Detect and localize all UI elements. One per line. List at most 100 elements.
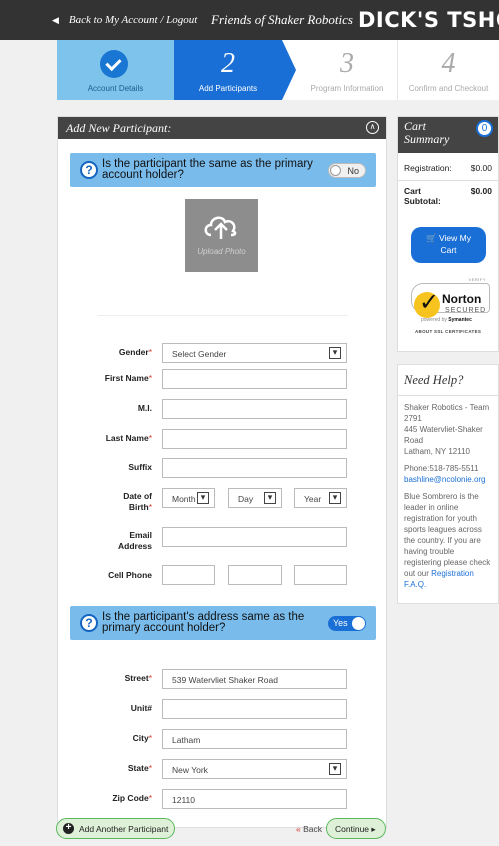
step-add-participants[interactable]: 2 Add Participants [174, 40, 282, 100]
dob-label: Date of Birth* [123, 491, 152, 512]
subtotal-row: Cart Subtotal: $0.00 [404, 186, 492, 206]
toggle-label: No [347, 166, 359, 176]
same-as-primary-question: ? Is the participant the same as the pri… [70, 153, 376, 187]
address-same-toggle[interactable]: Yes [328, 616, 366, 631]
toggle-label: Yes [333, 618, 348, 628]
help-email-link[interactable]: bashline@ncolonie.org [404, 475, 486, 484]
add-another-label: Add Another Participant [79, 824, 169, 834]
norton-badge: ✓ Norton SECURED [411, 283, 490, 318]
upload-photo-label: Upload Photo [197, 247, 246, 256]
plus-icon: + [63, 823, 74, 834]
cell-phone-area-input[interactable] [162, 565, 215, 585]
norton-powered-by: powered by Symantec [421, 317, 472, 323]
upload-photo-button[interactable]: Upload Photo [185, 199, 258, 272]
address-same-question: ? Is the participant's address same as t… [70, 606, 376, 640]
city-label: City* [132, 733, 152, 743]
subtotal-label-line1: Cart [404, 186, 422, 196]
registration-label: Registration: [404, 163, 452, 173]
view-cart-label-line2: Cart [440, 245, 457, 255]
back-link[interactable]: « Back [296, 824, 322, 834]
norton-name: Norton [442, 292, 482, 306]
back-to-account-link[interactable]: ◀ Back to My Account / Logout [52, 14, 197, 26]
email-label: Email Address [117, 530, 152, 551]
need-help-panel: Need Help? Shaker Robotics - Team 2791 4… [397, 364, 499, 604]
step-arrow [282, 40, 296, 100]
step-number: 2 [221, 48, 235, 79]
step-label: Account Details [87, 84, 144, 93]
step-confirm-and-checkout: 4 Confirm and Checkout [397, 40, 499, 100]
add-another-participant-button[interactable]: + Add Another Participant [56, 818, 175, 839]
unit-input[interactable] [162, 699, 347, 719]
step-program-information: 3 Program Information [297, 40, 397, 100]
step-label: Program Information [310, 84, 384, 93]
card-title: Add New Participant: [66, 121, 172, 135]
first-name-input[interactable] [162, 369, 347, 389]
unit-label: Unit# [130, 703, 152, 713]
last-name-input[interactable] [162, 429, 347, 449]
organization-name: Friends of Shaker Robotics [211, 12, 353, 27]
step-label: Confirm and Checkout [408, 84, 489, 93]
double-chevron-left-icon: « [296, 824, 301, 834]
state-select[interactable]: New York [162, 759, 347, 779]
subtotal-value: $0.00 [470, 186, 492, 196]
triangle-left-icon: ◀ [52, 16, 59, 26]
view-cart-label-line1: View My [439, 233, 471, 243]
sponsor-logo: DICK'S TSHO [358, 8, 499, 32]
street-input[interactable]: 539 Watervliet Shaker Road [162, 669, 347, 689]
checkmark-icon: ✓ [419, 289, 440, 316]
first-name-label: First Name* [104, 373, 152, 383]
help-contact: Phone:518-785-5511 bashline@ncolonie.org [404, 463, 492, 485]
norton-verify-text: VERIFY [468, 277, 486, 282]
step-account-details[interactable]: Account Details [57, 40, 174, 100]
question-text: Is the participant the same as the prima… [102, 158, 313, 181]
help-address: Shaker Robotics - Team 2791 445 Watervli… [404, 403, 490, 456]
dob-year-select[interactable]: Year [294, 488, 347, 508]
norton-secured-text: SECURED [445, 307, 487, 314]
cart-summary: Cart Summary 0 Registration: $0.00 Cart … [397, 116, 499, 352]
question-text: Is the participant's address same as the… [102, 611, 305, 634]
suffix-label: Suffix [128, 462, 152, 472]
back-to-account-label: Back to My Account / Logout [68, 14, 198, 26]
email-input[interactable] [162, 527, 347, 547]
cart-title-line2: Summary [404, 132, 450, 146]
same-as-primary-toggle[interactable]: No [328, 163, 366, 178]
state-label: State* [127, 763, 152, 773]
step-number: 4 [441, 48, 456, 79]
question-icon: ? [80, 161, 98, 179]
suffix-input[interactable] [162, 458, 347, 478]
cell-phone-label: Cell Phone [108, 570, 152, 580]
registration-steps: Account Details 2 Add Participants 3 Pro… [57, 40, 499, 100]
zip-label: Zip Code* [112, 793, 152, 803]
cart-header: Cart Summary 0 [398, 117, 498, 153]
mi-input[interactable] [162, 399, 347, 419]
add-participant-card: Add New Participant: ∧ ? Is the particip… [57, 116, 387, 828]
dob-month-select[interactable]: Month [162, 488, 215, 508]
cell-phone-prefix-input[interactable] [228, 565, 282, 585]
toggle-knob [330, 165, 341, 176]
gender-label: Gender* [118, 347, 152, 357]
step-label: Add Participants [198, 84, 258, 93]
collapse-icon[interactable]: ∧ [366, 121, 379, 134]
divider [98, 315, 348, 316]
norton-secured-seal[interactable]: VERIFY ✓ Norton SECURED powered by Syman… [411, 277, 490, 335]
help-blurb: Blue Sombrero is the leader in online re… [404, 492, 491, 589]
help-phone: Phone:518-785-5511 [404, 464, 479, 473]
city-input[interactable]: Latham [162, 729, 347, 749]
about-ssl-link[interactable]: ABOUT SSL CERTIFICATES [415, 329, 481, 334]
checkmark-icon [100, 50, 128, 78]
zip-input[interactable]: 12110 [162, 789, 347, 809]
view-cart-button[interactable]: 🛒 View My Cart [411, 227, 486, 263]
registration-value: $0.00 [470, 163, 492, 173]
subtotal-label-line2: Subtotal: [404, 196, 441, 206]
back-label: Back [303, 824, 323, 834]
cart-title-line1: Cart [404, 119, 427, 133]
cart-divider [398, 180, 498, 181]
last-name-label: Last Name* [105, 433, 152, 443]
continue-button[interactable]: Continue ▸ [326, 818, 386, 839]
step-number: 3 [340, 48, 354, 79]
need-help-title: Need Help? [398, 373, 498, 396]
dob-day-select[interactable]: Day [228, 488, 282, 508]
cell-phone-line-input[interactable] [294, 565, 347, 585]
gender-select[interactable]: Select Gender [162, 343, 347, 363]
cart-icon: 🛒 [426, 233, 437, 243]
